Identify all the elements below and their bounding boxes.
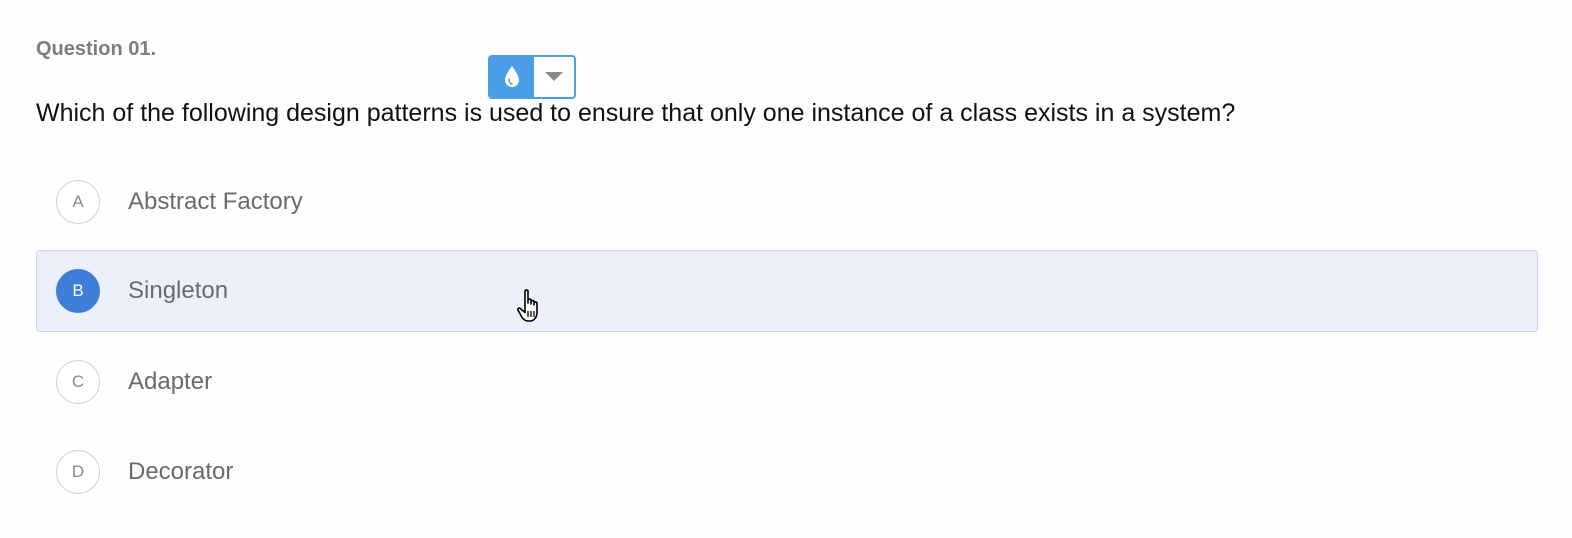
question-number: Question 01. xyxy=(36,38,157,60)
option-b[interactable]: B Singleton xyxy=(36,250,1538,332)
water-drop-icon xyxy=(505,66,519,87)
option-letter-badge: B xyxy=(56,269,100,313)
option-label: Abstract Factory xyxy=(128,188,303,215)
option-a[interactable]: A Abstract Factory xyxy=(36,161,1538,243)
quiz-question-panel: Question 01. Which of the following desi… xyxy=(0,0,1572,538)
highlight-toolbar xyxy=(488,55,576,99)
option-letter-badge: A xyxy=(56,180,100,224)
option-label: Singleton xyxy=(128,277,229,304)
hand-pointer-icon xyxy=(517,289,538,322)
caret-down-icon xyxy=(545,72,563,81)
option-letter-badge: C xyxy=(56,360,100,404)
option-letter-badge: D xyxy=(56,450,100,494)
option-c[interactable]: C Adapter xyxy=(36,341,1538,423)
option-label: Decorator xyxy=(128,458,234,485)
highlight-color-button[interactable] xyxy=(490,57,534,97)
question-text: Which of the following design patterns i… xyxy=(36,99,1236,127)
option-label: Adapter xyxy=(128,368,213,395)
option-d[interactable]: D Decorator xyxy=(36,431,1538,513)
highlight-dropdown-button[interactable] xyxy=(534,57,574,97)
